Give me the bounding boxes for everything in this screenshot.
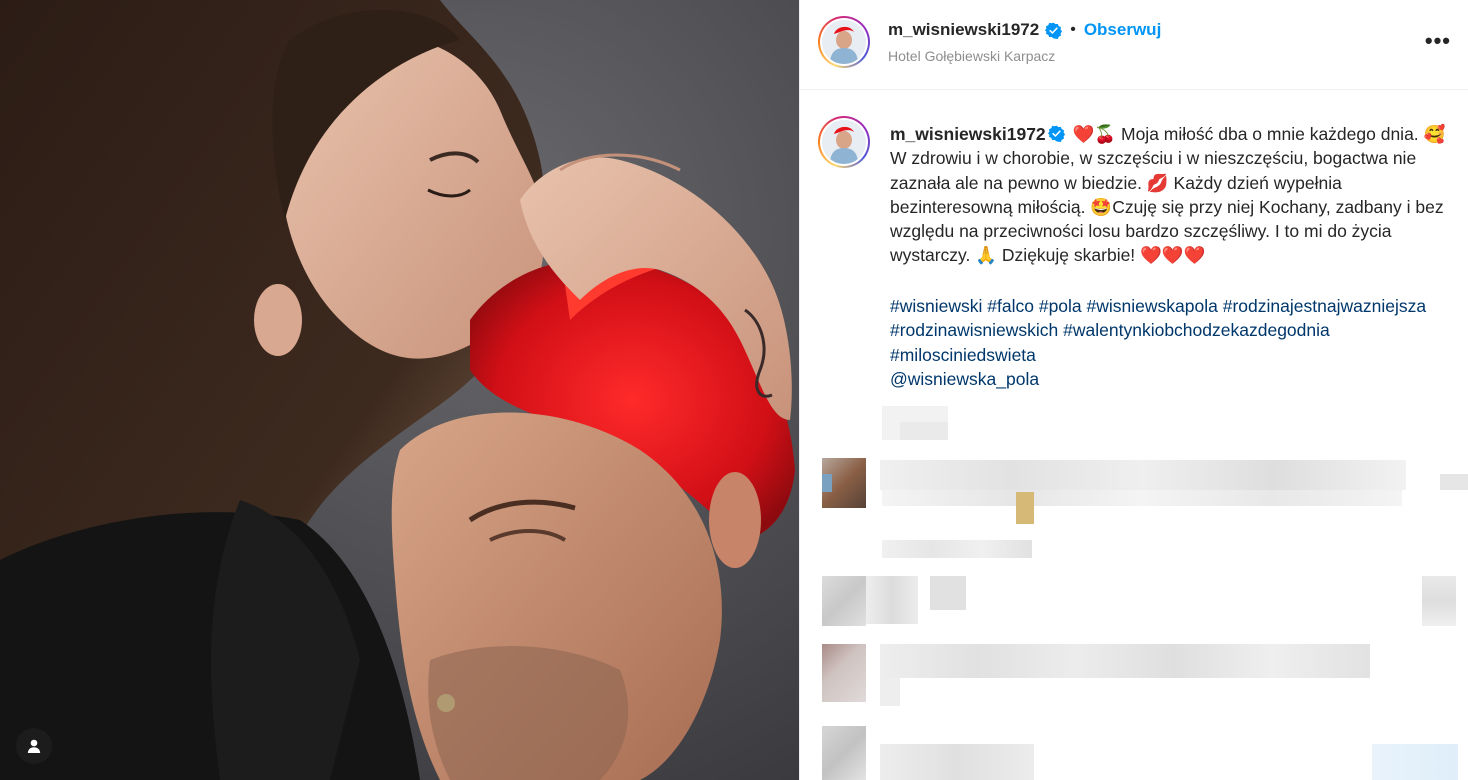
pixelated-block <box>866 576 918 624</box>
post-side-panel: m_wisniewski1972 • Obserwuj Hotel Gołębi… <box>799 0 1468 780</box>
header-username[interactable]: m_wisniewski1972 <box>888 20 1039 40</box>
lips-emoji: 💋 <box>1146 172 1169 193</box>
user-tag-button[interactable] <box>16 728 52 764</box>
pixelated-avatar <box>822 726 866 780</box>
pixelated-block <box>880 678 900 706</box>
heart-emoji: ❤️ <box>1072 124 1095 144</box>
location-link[interactable]: Hotel Gołębiewski Karpacz <box>888 48 1055 64</box>
hashtag-list: #wisniewski #falco #pola #wisniewskapola… <box>890 294 1458 391</box>
caption-line-5: Dziękuję skarbie! <box>1001 245 1136 266</box>
pixelated-avatar <box>822 576 866 626</box>
caption-avatar[interactable] <box>818 116 870 168</box>
hashtag-link[interactable]: #falco <box>987 296 1034 316</box>
pixelated-block <box>880 460 1406 490</box>
caption-line-1: Moja miłość dba o mnie każdego dnia. <box>1121 124 1419 144</box>
censored-comments <box>800 400 1468 780</box>
pixelated-avatar <box>822 644 866 702</box>
pixelated-block <box>1372 744 1458 780</box>
hearts-emoji: ❤️❤️❤️ <box>1140 245 1206 266</box>
more-options-button[interactable]: ••• <box>1425 28 1451 54</box>
pixelated-block <box>1440 474 1468 490</box>
star-eyes-emoji: 🤩 <box>1090 196 1113 217</box>
hashtag-link[interactable]: #rodzinajestnajwazniejsza <box>1223 296 1426 316</box>
follow-button[interactable]: Obserwuj <box>1084 20 1161 40</box>
pixelated-block <box>882 490 1402 506</box>
header-user-row: m_wisniewski1972 • Obserwuj <box>888 20 1161 40</box>
verified-badge-icon <box>1047 125 1065 142</box>
hashtag-link[interactable]: #rodzinawisniewskich <box>890 320 1058 340</box>
pixelated-block <box>882 540 1032 558</box>
verified-badge-icon <box>1045 22 1063 39</box>
pray-emoji: 🙏 <box>975 245 998 266</box>
header-avatar[interactable] <box>818 16 870 68</box>
pixelated-block <box>822 474 832 492</box>
smiling-hearts-emoji: 🥰 <box>1423 124 1446 144</box>
hashtag-link[interactable]: #walentynkiobchodzekazdegodnia <box>1063 320 1330 340</box>
hashtag-link[interactable]: #pola <box>1039 296 1082 316</box>
header-separator: • <box>1070 21 1076 38</box>
avatar <box>822 20 866 64</box>
mention-link[interactable]: @wisniewska_pola <box>890 369 1039 389</box>
hashtag-link[interactable]: #wisniewskapola <box>1087 296 1218 316</box>
pixelated-block <box>1016 492 1034 524</box>
post-header: m_wisniewski1972 • Obserwuj Hotel Gołębi… <box>800 0 1468 90</box>
more-horizontal-icon: ••• <box>1424 28 1451 53</box>
pixelated-block <box>880 744 1034 780</box>
caption-text: m_wisniewski1972 ❤️🍒 Moja miłość dba o m… <box>890 122 1458 268</box>
post-image <box>0 0 799 780</box>
avatar <box>822 120 866 164</box>
caption-username[interactable]: m_wisniewski1972 <box>890 124 1046 144</box>
post-photo[interactable] <box>0 0 799 780</box>
person-icon <box>27 739 41 753</box>
pixelated-block <box>930 576 966 610</box>
hashtag-link[interactable]: #milosciniedswieta <box>890 345 1036 365</box>
pixelated-block <box>880 644 1370 678</box>
pixelated-block <box>900 422 948 440</box>
cherries-emoji: 🍒 <box>1094 124 1117 144</box>
hashtag-link[interactable]: #wisniewski <box>890 296 982 316</box>
pixelated-block <box>1422 576 1456 626</box>
